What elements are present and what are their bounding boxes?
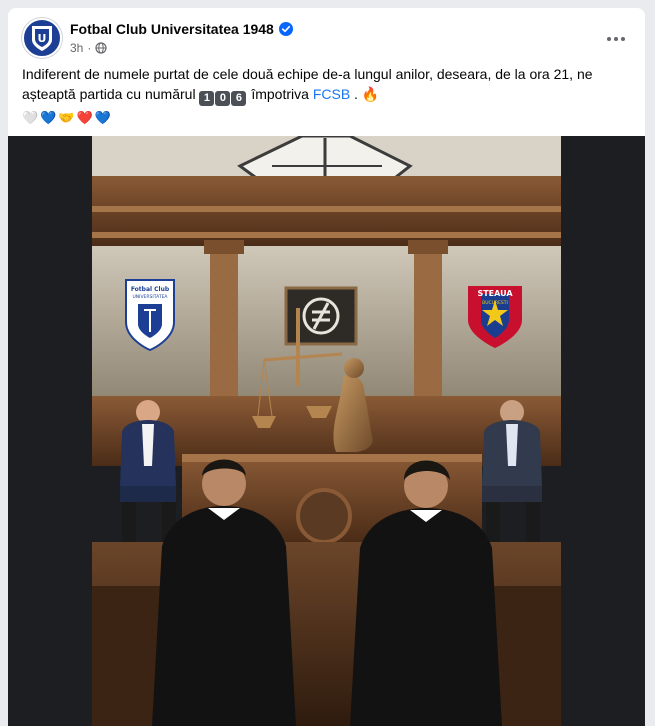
post-text: Indiferent de numele purtat de cele două… — [22, 64, 628, 106]
keycap-digit: 0 — [215, 91, 231, 106]
keycap-digit: 1 — [199, 91, 215, 106]
keycap-digit: 6 — [231, 91, 247, 106]
fire-emoji: 🔥 — [361, 86, 380, 102]
crest-right-title: STEAUA — [477, 289, 513, 298]
more-dot — [621, 37, 625, 41]
post-card: U Fotbal Club Universitatea 1948 3h · In… — [8, 8, 645, 726]
blue-heart-emoji: 💙 — [94, 110, 111, 125]
meta-separator: · — [87, 41, 92, 55]
fcsb-mention-link[interactable]: FCSB — [313, 86, 350, 102]
crest-left-title: Fotbal Club — [131, 286, 170, 293]
bench-seal — [296, 488, 352, 544]
white-heart-emoji: 🤍 — [22, 110, 39, 125]
globe-icon[interactable] — [95, 42, 107, 54]
more-dot — [607, 37, 611, 41]
handshake-emoji: 🤝 — [58, 110, 75, 125]
post-image-frame[interactable]: Fotbal Club UNIVERSITATEA STEAUA BUCURES… — [8, 136, 645, 726]
blue-heart-emoji: 💙 — [40, 110, 57, 125]
post-header: U Fotbal Club Universitatea 1948 3h · — [22, 18, 631, 58]
red-heart-emoji: ❤️ — [76, 110, 93, 125]
page-avatar[interactable]: U — [22, 18, 62, 58]
post-text-part: împotriva — [247, 86, 313, 102]
u-cluj-crest-icon: U — [32, 26, 52, 51]
crest-right-subtitle: BUCURESTI — [482, 300, 508, 306]
emoji-line: 🤍 💙 🤝 ❤️ 💙 — [22, 109, 111, 127]
crest-left-subtitle: UNIVERSITATEA — [132, 294, 168, 300]
post-text-part: . — [350, 86, 362, 102]
page-name[interactable]: Fotbal Club Universitatea 1948 — [70, 21, 274, 37]
u-cluj-crest: Fotbal Club UNIVERSITATEA — [125, 279, 175, 352]
post-time[interactable]: 3h — [70, 41, 83, 55]
post-meta: 3h · — [70, 40, 107, 56]
author-line: Fotbal Club Universitatea 1948 — [70, 20, 293, 38]
courtroom-illustration[interactable]: Fotbal Club UNIVERSITATEA STEAUA BUCURES… — [92, 136, 561, 726]
verified-badge-icon — [278, 22, 293, 36]
more-dot — [614, 37, 618, 41]
more-options-button[interactable] — [601, 24, 631, 54]
svg-text:U: U — [38, 32, 47, 45]
